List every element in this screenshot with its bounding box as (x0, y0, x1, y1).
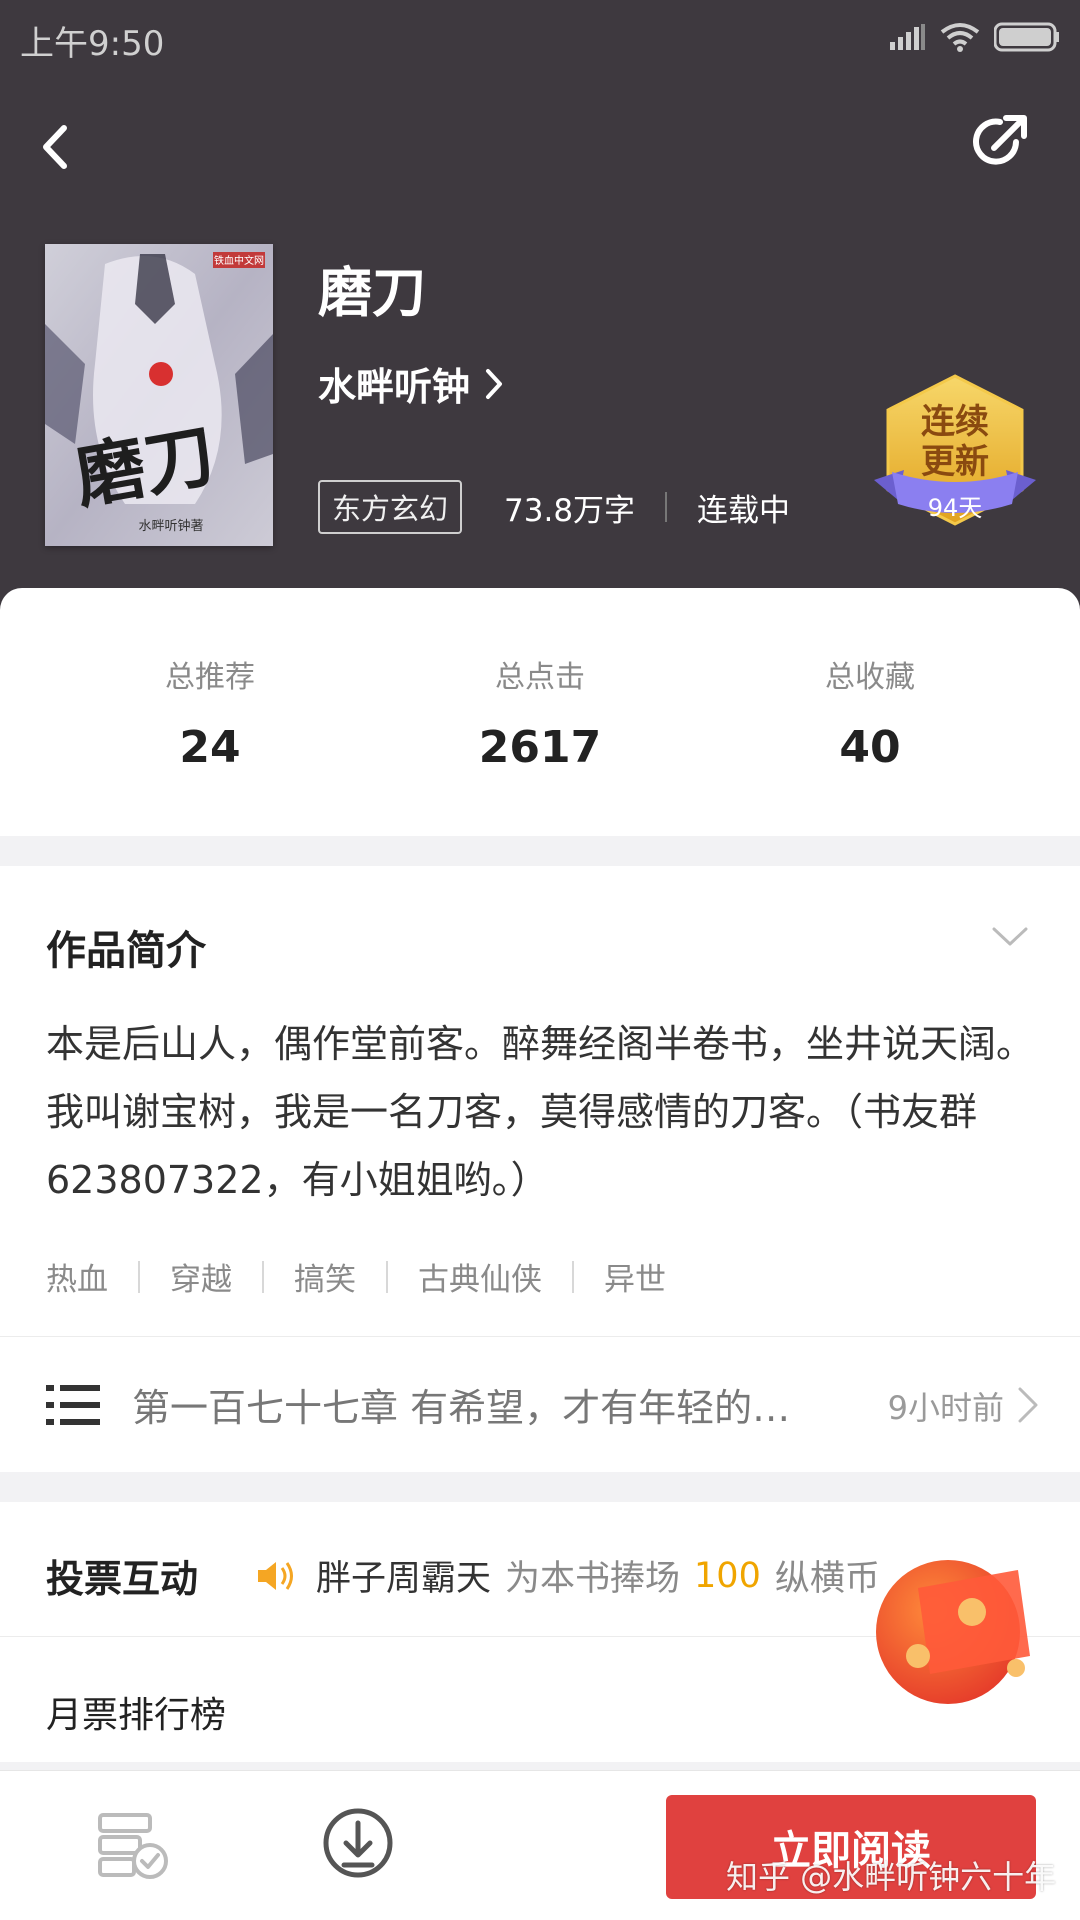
vote-title: 投票互动 (46, 1557, 199, 1601)
download-icon (323, 1808, 393, 1878)
tag-list: 热血 穿越 搞笑 古典仙侠 异世 (46, 1254, 666, 1299)
tag-divider (386, 1260, 388, 1293)
red-packet-button[interactable] (868, 1548, 1036, 1708)
expand-intro-button[interactable] (990, 924, 1040, 964)
bookshelf-icon (98, 1813, 168, 1879)
chevron-left-icon (43, 125, 67, 169)
book-cover[interactable]: 铁血中文网 磨刀 水畔听钟著 (45, 244, 273, 546)
vote-action: 为本书捧场 (505, 1559, 681, 1599)
book-meta: 东方玄幻 73.8万字 连载中 (318, 480, 790, 534)
latest-chapter-name: 第一百七十七章 有希望，才有年轻的… (132, 1386, 791, 1430)
author-link[interactable]: 水畔听钟 (318, 356, 504, 411)
word-count: 73.8万字 (504, 492, 636, 529)
add-to-shelf-button[interactable] (96, 1807, 172, 1883)
speaker-icon (258, 1561, 293, 1590)
author-name: 水畔听钟 (318, 365, 471, 409)
stat-value: 40 (839, 722, 901, 773)
cover-illustration: 铁血中文网 磨刀 水畔听钟著 (45, 244, 273, 546)
book-header: 上午9:50 铁血中文网 磨刀 水畔听钟著 磨刀 水畔听钟 东方玄幻 73.8万… (0, 0, 1080, 620)
stat-value: 2617 (478, 722, 602, 773)
chevron-right-icon (1018, 1387, 1038, 1423)
vote-marquee: 胖子周霸天 为本书捧场 100 纵横币 (256, 1550, 916, 1601)
battery-icon (994, 22, 1059, 52)
tag-item[interactable]: 异世 (604, 1254, 666, 1299)
badge-days: 94天 (927, 494, 983, 522)
book-title: 磨刀 (318, 261, 426, 324)
serial-status: 连载中 (697, 492, 791, 529)
tag-divider (138, 1260, 140, 1293)
stat-recommend: 总推荐 24 (70, 652, 350, 773)
chevron-down-icon (992, 927, 1028, 946)
meta-divider (665, 492, 668, 522)
wifi-icon (940, 23, 980, 52)
tag-divider (262, 1260, 264, 1293)
tag-item[interactable]: 古典仙侠 (418, 1254, 542, 1299)
status-time: 上午9:50 (20, 24, 165, 64)
intro-text: 本是后山人，偶作堂前客。醉舞经阁半卷书，坐井说天阔。我叫谢宝树，我是一名刀客，莫… (46, 1022, 1035, 1202)
update-streak-badge: 连续 更新 94天 (870, 372, 1040, 542)
share-icon (973, 115, 1027, 165)
tag-item[interactable]: 搞笑 (294, 1254, 356, 1299)
vote-amount: 100 (694, 1555, 761, 1596)
stat-label: 总推荐 (165, 660, 255, 695)
vote-currency: 纵横币 (774, 1559, 880, 1599)
signal-icon (890, 24, 925, 50)
cover-publisher: 铁血中文网 (214, 254, 264, 267)
voter-name: 胖子周霸天 (316, 1559, 492, 1599)
stat-label: 总收藏 (825, 660, 915, 695)
stat-label: 总点击 (495, 660, 585, 695)
tag-item[interactable]: 热血 (46, 1254, 108, 1299)
list-icon (46, 1385, 100, 1425)
intro-section: 作品简介 本是后山人，偶作堂前客。醉舞经阁半卷书，坐井说天阔。我叫谢宝树，我是一… (0, 866, 1080, 1472)
latest-chapter-time: 9小时前 (887, 1389, 1004, 1427)
stat-value: 24 (179, 722, 241, 773)
download-button[interactable] (320, 1807, 396, 1883)
stat-clicks: 总点击 2617 (400, 652, 680, 773)
red-packet-icon (876, 1560, 1030, 1704)
badge-line1: 连续 (921, 402, 989, 442)
tag-item[interactable]: 穿越 (170, 1254, 232, 1299)
back-button[interactable] (30, 112, 80, 182)
chevron-right-icon (486, 368, 503, 399)
stat-favorites: 总收藏 40 (730, 652, 1010, 773)
tag-divider (572, 1260, 574, 1293)
monthly-rank-link[interactable]: 月票排行榜 (46, 1686, 226, 1738)
status-icons (890, 22, 1060, 52)
cover-author: 水畔听钟著 (138, 518, 203, 534)
genre-tag[interactable]: 东方玄幻 (318, 480, 463, 534)
stats-card: 总推荐 24 总点击 2617 总收藏 40 (0, 588, 1080, 836)
share-button[interactable] (970, 112, 1040, 182)
intro-title: 作品简介 (46, 928, 206, 974)
watermark: 知乎 @水畔听钟六十年 (726, 1858, 1057, 1896)
status-bar: 上午9:50 (0, 0, 1080, 76)
badge-line2: 更新 (921, 442, 989, 482)
latest-chapter-row[interactable]: 第一百七十七章 有希望，才有年轻的… 9小时前 (0, 1336, 1080, 1472)
